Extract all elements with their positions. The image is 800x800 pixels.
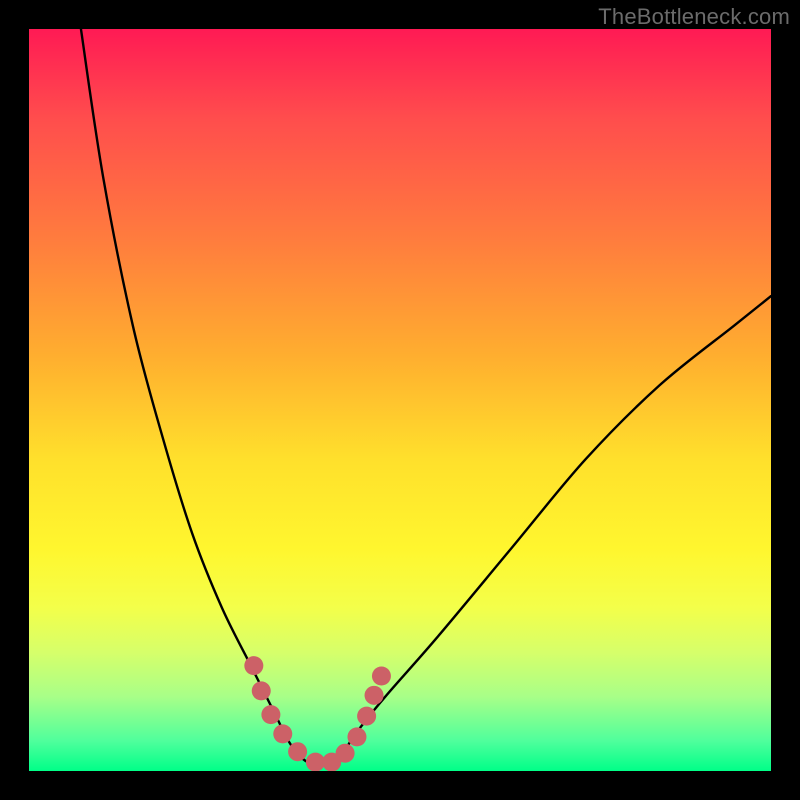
highlight-dot <box>306 753 325 771</box>
highlight-dot <box>261 705 280 724</box>
bottleneck-curve-svg <box>29 29 771 771</box>
highlight-dot <box>288 742 307 761</box>
highlight-dot <box>322 753 341 771</box>
highlight-dot <box>357 707 376 726</box>
highlight-dot <box>347 727 366 746</box>
highlight-dot <box>273 724 292 743</box>
highlight-dots <box>244 656 391 771</box>
chart-area <box>29 29 771 771</box>
highlight-dot <box>372 667 391 686</box>
bottleneck-curve <box>81 29 771 765</box>
highlight-dot <box>252 681 271 700</box>
watermark-text: TheBottleneck.com <box>598 4 790 30</box>
highlight-dot <box>365 686 384 705</box>
highlight-dot <box>336 744 355 763</box>
highlight-dot <box>244 656 263 675</box>
